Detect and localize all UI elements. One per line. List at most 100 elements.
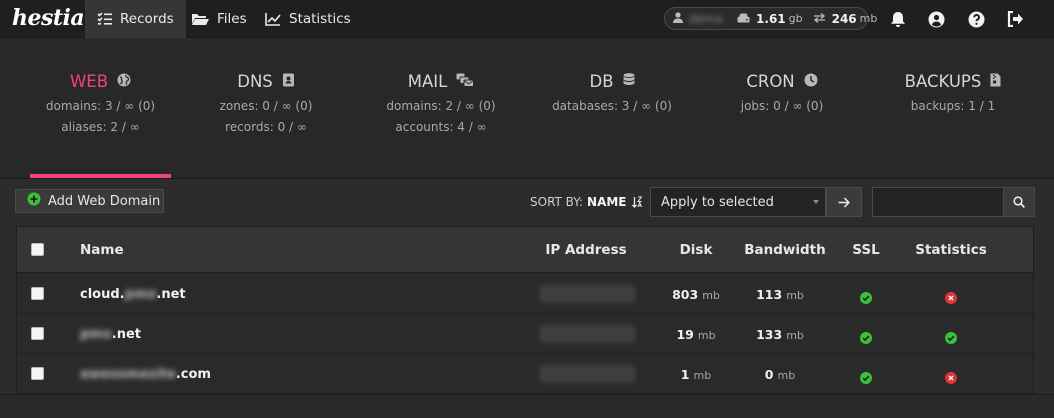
bandwidth-usage: 113 mb xyxy=(756,287,804,302)
row-checkbox[interactable] xyxy=(31,367,44,380)
search-icon xyxy=(1013,193,1026,212)
row-checkbox[interactable] xyxy=(31,287,44,300)
add-web-domain-button[interactable]: Add Web Domain xyxy=(15,189,164,213)
stat-cron[interactable]: CRON jobs: 0 / ∞ (0) xyxy=(733,70,831,113)
stat-dns-title: DNS xyxy=(237,71,273,91)
sort-control[interactable]: SORT BY: NAME xyxy=(530,195,643,211)
bandwidth-usage-unit: mb xyxy=(859,12,878,25)
chart-line-icon xyxy=(265,12,281,26)
bulk-action-select[interactable]: Apply to selected xyxy=(650,187,826,217)
stat-mail-title: MAIL xyxy=(407,71,448,91)
address-book-icon xyxy=(282,72,295,91)
stat-mail-accounts: accounts: 4 / ∞ xyxy=(395,120,487,134)
sort-value: NAME xyxy=(587,195,627,209)
arrow-right-icon xyxy=(838,193,850,212)
user-circle-icon[interactable] xyxy=(926,9,946,29)
disk-usage: 19 mb xyxy=(676,327,716,342)
sort-alpha-icon xyxy=(632,196,643,211)
exchange-icon xyxy=(813,12,826,26)
help-icon[interactable] xyxy=(966,9,986,29)
apply-bulk-action-button[interactable] xyxy=(826,187,862,217)
stats-panel: WEB domains: 3 / ∞ (0) aliases: 2 / ∞ DN… xyxy=(0,39,1054,179)
stat-backups[interactable]: BACKUPS backups: 1 / 1 xyxy=(899,70,1007,113)
stat-db-title: DB xyxy=(589,71,614,91)
ssl-enabled-check-icon xyxy=(860,369,872,384)
column-header-bandwidth: Bandwidth xyxy=(744,242,826,258)
stat-mail[interactable]: MAIL domains: 2 / ∞ (0) accounts: 4 / ∞ xyxy=(379,70,503,134)
hestia-logo[interactable]: hestia xyxy=(12,5,85,31)
column-header-disk: Disk xyxy=(679,242,713,258)
row-checkbox[interactable] xyxy=(31,327,44,340)
stat-web-domains: domains: 3 / ∞ (0) xyxy=(45,99,156,113)
username: demo xyxy=(689,11,724,26)
ssl-enabled-check-icon xyxy=(860,289,872,304)
stat-mail-domains: domains: 2 / ∞ (0) xyxy=(386,99,496,113)
web-domains-table: Name IP Address Disk Bandwidth SSL Stati… xyxy=(16,226,1034,394)
list-toolbar: Add Web Domain SORT BY: NAME Apply to sel… xyxy=(0,180,1054,226)
bell-icon[interactable] xyxy=(888,9,908,29)
stat-backups-count: backups: 1 / 1 xyxy=(910,99,996,113)
logout-icon[interactable] xyxy=(1005,9,1025,29)
tab-records-label: Records xyxy=(120,11,174,27)
stat-cron-title: CRON xyxy=(746,71,795,91)
column-header-name[interactable]: Name xyxy=(80,242,124,258)
sort-label: SORT BY: xyxy=(530,195,584,209)
chevron-down-icon xyxy=(813,200,819,204)
ip-address-redacted xyxy=(539,365,636,383)
statistics-disabled-x-icon xyxy=(945,369,957,384)
table-row[interactable]: cloud.pmo.net 803 mb 113 mb xyxy=(17,274,1033,314)
file-archive-icon xyxy=(990,72,1001,91)
clock-icon xyxy=(804,72,818,91)
stat-cron-jobs: jobs: 0 / ∞ (0) xyxy=(740,99,824,113)
table-header: Name IP Address Disk Bandwidth SSL Stati… xyxy=(17,227,1033,273)
domain-name[interactable]: pmo.net xyxy=(80,327,141,342)
search-button[interactable] xyxy=(1003,187,1035,217)
domain-name[interactable]: awesomesite.com xyxy=(80,367,211,382)
add-web-domain-label: Add Web Domain xyxy=(48,193,161,209)
hdd-icon xyxy=(737,12,750,26)
statistics-enabled-check-icon xyxy=(945,329,957,344)
domain-name[interactable]: cloud.pmo.net xyxy=(80,287,186,302)
tab-statistics-label: Statistics xyxy=(289,11,351,27)
user-icon xyxy=(673,11,683,26)
stat-db-databases: databases: 3 / ∞ (0) xyxy=(552,99,672,113)
ip-address-redacted xyxy=(539,325,636,343)
database-icon xyxy=(623,72,635,91)
tab-files[interactable]: Files xyxy=(179,0,259,38)
list-check-icon xyxy=(97,12,112,26)
stat-web[interactable]: WEB domains: 3 / ∞ (0) aliases: 2 / ∞ xyxy=(38,70,163,134)
stat-web-title: WEB xyxy=(69,71,109,91)
select-all-checkbox[interactable] xyxy=(31,243,44,256)
disk-usage: 1 mb xyxy=(680,367,712,382)
bandwidth-usage-value: 246 xyxy=(831,11,857,26)
column-header-ip-address: IP Address xyxy=(545,242,627,258)
ip-address-redacted xyxy=(539,285,636,303)
disk-usage-value: 1.61 xyxy=(756,11,786,26)
stat-db[interactable]: DB databases: 3 / ∞ (0) xyxy=(547,70,677,113)
search-input[interactable] xyxy=(872,187,1004,217)
globe-icon xyxy=(117,72,131,91)
bandwidth-usage: 0 mb xyxy=(764,367,796,382)
page-footer xyxy=(0,394,1054,418)
folder-icon xyxy=(191,12,209,26)
stat-backups-title: BACKUPS xyxy=(904,71,982,91)
bulk-action-value: Apply to selected xyxy=(661,194,774,210)
stat-dns-zones: zones: 0 / ∞ (0) xyxy=(219,99,313,113)
stat-dns[interactable]: DNS zones: 0 / ∞ (0) records: 0 / ∞ xyxy=(206,70,326,134)
column-header-ssl: SSL xyxy=(852,242,880,258)
statistics-disabled-x-icon xyxy=(945,289,957,304)
user-usage-pill[interactable]: demo 1.61 gb 246 mb xyxy=(664,7,877,30)
plus-circle-icon xyxy=(27,192,41,210)
tab-statistics[interactable]: Statistics xyxy=(253,0,363,38)
tab-records[interactable]: Records xyxy=(85,0,186,38)
mail-bulk-icon xyxy=(456,72,475,91)
active-stat-indicator xyxy=(30,174,171,178)
stat-dns-records: records: 0 / ∞ xyxy=(225,120,307,134)
table-row[interactable]: pmo.net 19 mb 133 mb xyxy=(17,314,1033,354)
stat-web-aliases: aliases: 2 / ∞ xyxy=(61,120,140,134)
table-row[interactable]: awesomesite.com 1 mb 0 mb xyxy=(17,354,1033,394)
bandwidth-usage: 133 mb xyxy=(756,327,804,342)
disk-usage: 803 mb xyxy=(672,287,720,302)
disk-usage-unit: gb xyxy=(788,12,803,25)
ssl-enabled-check-icon xyxy=(860,329,872,344)
